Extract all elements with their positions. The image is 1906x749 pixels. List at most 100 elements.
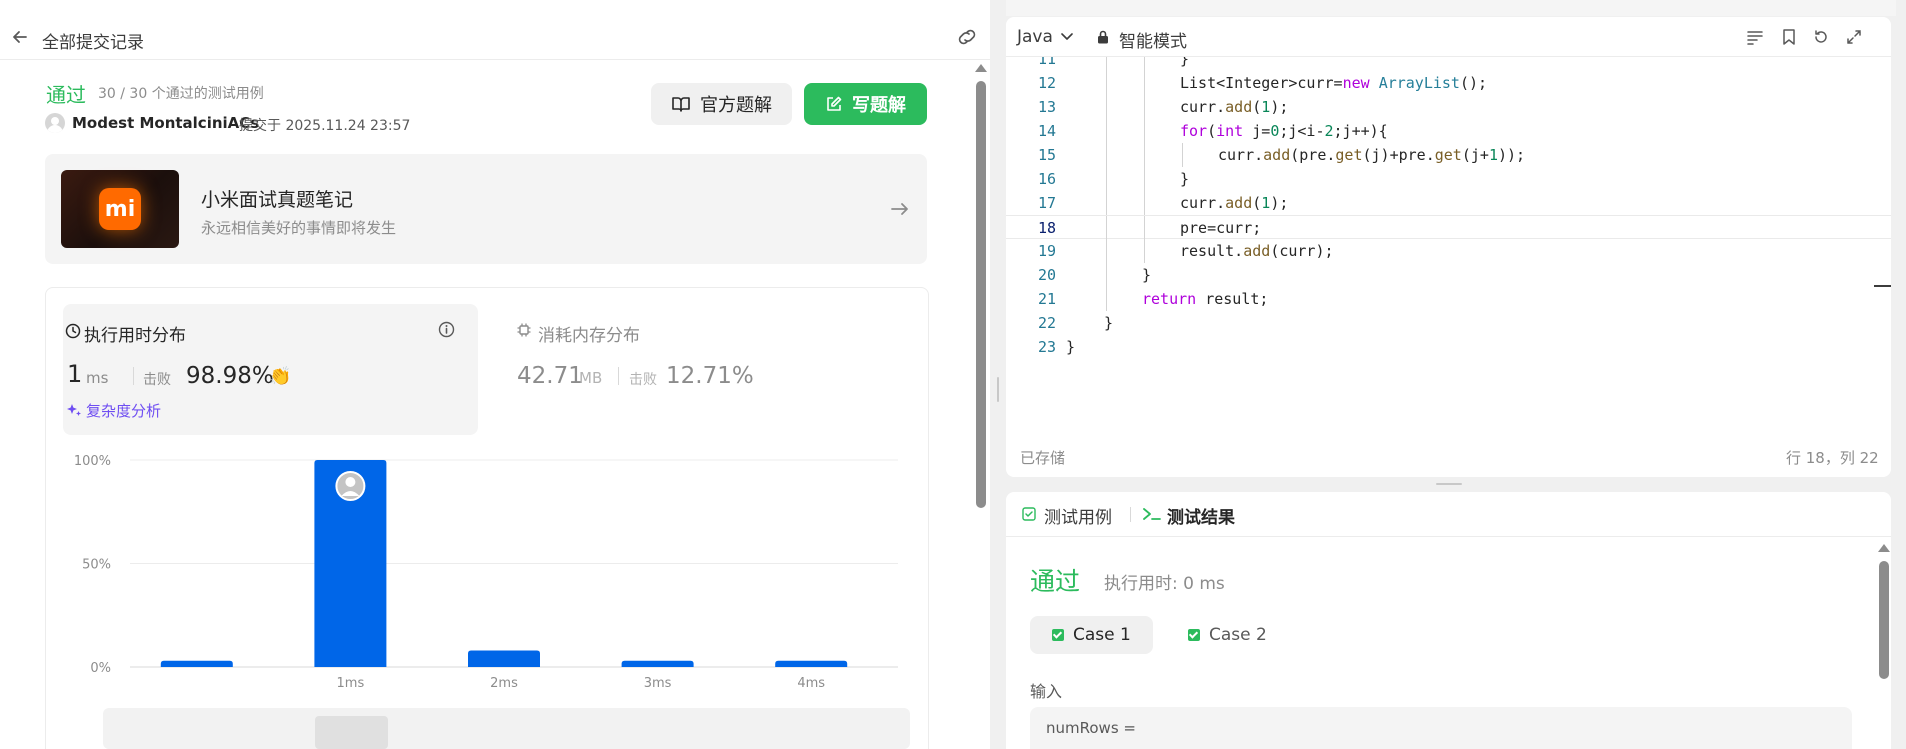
chart-range-navigator[interactable]: [103, 708, 910, 749]
line-number: 13: [1037, 98, 1056, 116]
clap-icon: 👏: [269, 366, 292, 387]
code-editor: Java 智能模式 11} 12 List<Integer>curr=new Arr…: [1006, 17, 1891, 477]
link-icon[interactable]: [955, 27, 979, 47]
indent-guide: [1106, 57, 1107, 71]
runtime-title: 执行用时分布: [84, 326, 186, 346]
input-box[interactable]: numRows =: [1030, 707, 1852, 749]
user-name[interactable]: Modest MontalciniACs: [72, 114, 259, 132]
official-solution-button[interactable]: 官方题解: [651, 83, 792, 125]
panel-splitter[interactable]: [990, 0, 1006, 749]
submission-panel: 全部提交记录 通过 30 / 30 个通过的测试用例 Modest Montal…: [0, 0, 990, 749]
code-line[interactable]: 22}: [1006, 311, 1891, 335]
check-icon: [1188, 629, 1200, 641]
tab-testcase[interactable]: 测试用例: [1044, 503, 1112, 528]
code-line[interactable]: 11}: [1006, 57, 1891, 71]
write-solution-button[interactable]: 写题解: [804, 83, 927, 125]
promo-subtitle: 永远相信美好的事情即将发生: [201, 219, 397, 237]
test-results-panel: 测试用例 测试结果 通过 执行用时: 0 ms Case 1 Case 2 输入…: [1006, 492, 1891, 749]
reset-icon[interactable]: [1812, 28, 1830, 46]
code-area[interactable]: 11} 12 List<Integer>curr=new ArrayList(); 1…: [1006, 57, 1891, 417]
left-scrollbar[interactable]: [973, 62, 987, 749]
runtime-unit: ms: [86, 369, 109, 387]
code-text: }: [1142, 266, 1152, 284]
submission-status: 通过: [46, 83, 86, 107]
line-number: 14: [1037, 122, 1056, 140]
scroll-up-icon[interactable]: [975, 64, 987, 72]
scrollbar-thumb[interactable]: [1879, 561, 1889, 679]
splitter-grip[interactable]: [997, 377, 999, 402]
indent-guide: [1106, 287, 1107, 311]
code-line[interactable]: 23}: [1006, 335, 1891, 359]
code-line[interactable]: 14 for(int j=0;j<i-2;j++){: [1006, 119, 1891, 143]
indent-guide: [1106, 216, 1107, 240]
horizontal-splitter-grip[interactable]: [1436, 483, 1462, 485]
code-line[interactable]: 21 return result;: [1006, 287, 1891, 311]
line-number: 15: [1037, 146, 1056, 164]
memory-title[interactable]: 消耗内存分布: [538, 321, 640, 346]
cursor-position: 行 18，列 22: [1786, 449, 1879, 467]
code-line[interactable]: 15 curr.add(pre.get(j)+pre.get(j+1));: [1006, 143, 1891, 167]
avatar[interactable]: [45, 113, 65, 133]
tab-test-result[interactable]: 测试结果: [1167, 503, 1235, 528]
official-solution-label: 官方题解: [700, 95, 772, 116]
smart-mode-toggle[interactable]: 智能模式: [1119, 27, 1187, 52]
memory-value: 42.71: [517, 363, 583, 389]
indent-guide: [1182, 143, 1183, 167]
memory-unit: MB: [579, 369, 603, 387]
language-select[interactable]: Java: [1017, 27, 1053, 47]
line-number: 11: [1037, 57, 1056, 68]
indent-guide: [1144, 119, 1145, 143]
chart-range-handle[interactable]: [315, 716, 388, 749]
indent-guide: [1106, 119, 1107, 143]
results-scrollbar[interactable]: [1876, 542, 1890, 749]
minimap-marker: [1874, 285, 1891, 287]
code-line[interactable]: 18 pre=curr;: [1006, 215, 1891, 240]
indent-guide: [1144, 71, 1145, 95]
right-tab-strip: [1006, 0, 1896, 16]
code-line[interactable]: 19 result.add(curr);: [1006, 239, 1891, 263]
chevron-down-icon[interactable]: [1061, 31, 1073, 41]
sparkle-icon: [67, 404, 81, 416]
code-line[interactable]: 17 curr.add(1);: [1006, 191, 1891, 215]
arrow-right-icon[interactable]: [889, 199, 911, 219]
memory-beats: 12.71%: [666, 363, 754, 389]
code-text: for(int j=0;j<i-2;j++){: [1180, 122, 1388, 140]
code-text: }: [1180, 57, 1190, 68]
line-number: 12: [1037, 74, 1056, 92]
input-label: 输入: [1030, 682, 1063, 701]
runtime-beats: 98.98%: [186, 363, 274, 389]
code-line[interactable]: 13 curr.add(1);: [1006, 95, 1891, 119]
code-line[interactable]: 16}: [1006, 167, 1891, 191]
promo-card[interactable]: mi 小米面试真题笔记 永远相信美好的事情即将发生: [45, 154, 927, 264]
promo-title: 小米面试真题笔记: [201, 189, 354, 211]
complexity-analysis-link[interactable]: 复杂度分析: [86, 400, 161, 421]
scroll-up-icon[interactable]: [1878, 544, 1890, 552]
code-line[interactable]: 12 List<Integer>curr=new ArrayList();: [1006, 71, 1891, 95]
info-icon[interactable]: [438, 321, 455, 338]
memory-beats-label: 击败: [629, 372, 657, 388]
case-2-button[interactable]: Case 2: [1166, 616, 1289, 654]
edit-icon: [827, 96, 842, 111]
indent-guide: [1144, 95, 1145, 119]
code-text: curr.add(1);: [1180, 194, 1289, 212]
line-number: 21: [1037, 290, 1056, 308]
code-text: }: [1066, 338, 1076, 356]
back-arrow-icon[interactable]: [10, 27, 30, 47]
code-text: List<Integer>curr=new ArrayList();: [1180, 74, 1488, 92]
scrollbar-thumb[interactable]: [976, 81, 986, 508]
line-number: 18: [1037, 219, 1056, 237]
bookmark-icon[interactable]: [1780, 28, 1798, 46]
code-text: pre=curr;: [1180, 219, 1262, 237]
indent-guide: [1144, 191, 1145, 215]
lock-icon: [1098, 30, 1108, 44]
user-avatar-icon: [47, 117, 63, 133]
code-line[interactable]: 20}: [1006, 263, 1891, 287]
code-text: }: [1104, 314, 1114, 332]
indent-guide: [1144, 57, 1145, 71]
format-lines-icon[interactable]: [1746, 28, 1764, 46]
fullscreen-icon[interactable]: [1845, 28, 1863, 46]
line-number: 20: [1037, 266, 1056, 284]
case-1-button[interactable]: Case 1: [1030, 616, 1153, 654]
submission-time: 提交于 2025.11.24 23:57: [239, 118, 411, 134]
page-title[interactable]: 全部提交记录: [42, 28, 144, 53]
